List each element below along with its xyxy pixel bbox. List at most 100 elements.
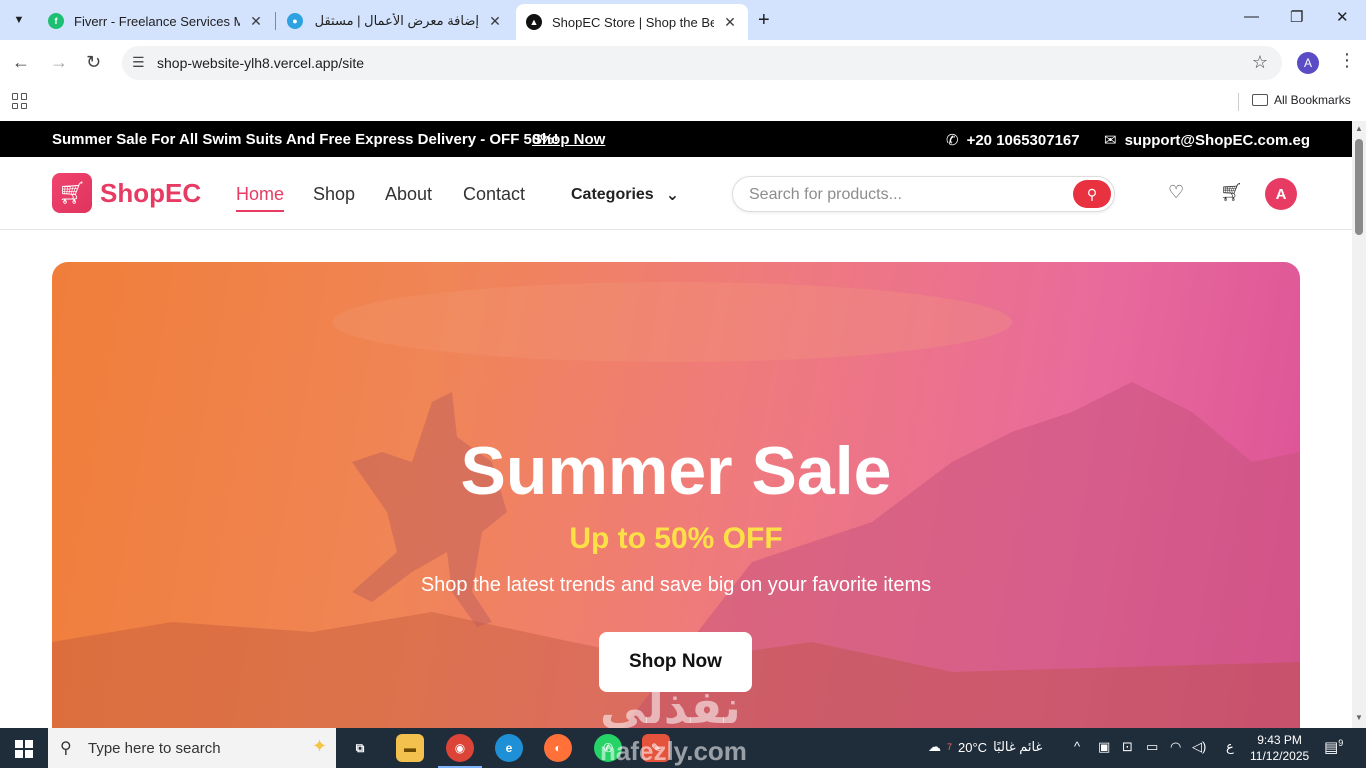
volume-icon[interactable]: ◁)	[1192, 739, 1206, 755]
nav-about[interactable]: About	[385, 184, 432, 205]
language-indicator[interactable]: ع	[1226, 739, 1234, 755]
restore-icon[interactable]: ❐	[1290, 8, 1303, 26]
tab-separator	[275, 12, 276, 30]
weather-widget[interactable]: ☁ 7 20°C غائم غالبًا	[928, 739, 1042, 755]
categories-label: Categories	[571, 186, 654, 203]
weather-temp: 20°C	[958, 739, 988, 755]
back-icon[interactable]: ←	[12, 52, 30, 73]
weather-badge: 7	[947, 742, 953, 752]
cart-logo-icon[interactable]: 🛒︎	[52, 173, 92, 213]
mail-icon: ✉	[1104, 132, 1117, 149]
phone-number: +20 1065307167	[966, 131, 1080, 149]
hero-title: Summer Sale	[460, 433, 892, 509]
profile-avatar[interactable]: A	[1297, 52, 1319, 74]
fiverr-favicon-icon: f	[48, 13, 64, 29]
mostaql-favicon-icon: ●	[287, 13, 303, 29]
hero-subtitle: Up to 50% OFF	[569, 522, 783, 555]
watermark-latin: nafezly.com	[600, 736, 747, 766]
tab-title: Fiverr - Freelance Services Mark	[74, 13, 240, 29]
firefox-icon[interactable]: ◐	[544, 734, 572, 762]
minimize-icon[interactable]: —	[1244, 8, 1259, 25]
meet-now-icon[interactable]: ▣	[1098, 739, 1110, 755]
heart-icon[interactable]: ♡	[1168, 182, 1184, 203]
cloud-sun-icon: ☁	[928, 739, 941, 754]
tab-fiverr[interactable]: f Fiverr - Freelance Services Mark ✕	[38, 6, 274, 36]
tab-shopec[interactable]: ▲ ShopEC Store | Shop the Best D ✕	[516, 4, 748, 40]
chevron-down-icon: ⌄	[665, 187, 680, 204]
site-info-icon[interactable]: ☰	[132, 54, 145, 71]
user-avatar[interactable]: A	[1265, 178, 1297, 210]
search-icon: ⚲	[60, 740, 72, 757]
categories-dropdown[interactable]: Categories ⌄	[571, 185, 679, 205]
tab-search-button[interactable]: ▼	[8, 9, 30, 31]
nav-home[interactable]: Home	[236, 184, 285, 212]
forward-icon[interactable]: →	[50, 52, 68, 73]
window-close-icon[interactable]: ✕	[1336, 8, 1349, 26]
task-view-icon[interactable]: ⧉	[346, 734, 374, 762]
brand-logo[interactable]: ShopEC	[100, 178, 201, 209]
hero-banner: Summer Sale Up to 50% OFF Shop the lates…	[52, 262, 1300, 728]
network-status-icon[interactable]: ⊡	[1122, 739, 1133, 755]
watermark-arabic: نفذلي	[600, 681, 741, 733]
announcement-bar: Summer Sale For All Swim Suits And Free …	[0, 121, 1352, 157]
clock-time: 9:43 PM	[1257, 733, 1302, 747]
reload-icon[interactable]: ↻	[86, 52, 101, 73]
battery-icon[interactable]: ▭	[1146, 739, 1158, 755]
sparkle-icon: ✦	[312, 736, 328, 756]
close-tab-icon[interactable]: ✕	[248, 13, 264, 30]
windows-start-icon[interactable]	[15, 740, 33, 758]
all-bookmarks-label: All Bookmarks	[1274, 93, 1351, 107]
address-bar[interactable]: ☰ shop-website-ylh8.vercel.app/site ☆	[122, 46, 1282, 80]
clock[interactable]: 9:43 PM 11/12/2025	[1250, 732, 1309, 764]
page-viewport: Summer Sale For All Swim Suits And Free …	[0, 121, 1352, 728]
hero-description: Shop the latest trends and save big on y…	[420, 574, 932, 596]
taskbar-search[interactable]: ⚲ Type here to search ✦	[48, 728, 336, 768]
taskbar-search-placeholder: Type here to search	[88, 740, 221, 757]
chrome-icon[interactable]: ◉	[438, 734, 482, 768]
nav-shop[interactable]: Shop	[313, 184, 355, 205]
scroll-thumb[interactable]	[1355, 139, 1363, 235]
apps-grid-icon[interactable]	[12, 93, 28, 109]
cart-icon[interactable]: 🛒︎	[1220, 182, 1243, 203]
windows-taskbar: ⚲ Type here to search ✦ ⧉ ▬ ◉ e ◐ ✆ ✎ na…	[0, 728, 1366, 768]
new-tab-button[interactable]: +	[758, 9, 770, 32]
contact-email[interactable]: ✉ support@ShopEC.com.eg	[1104, 131, 1311, 150]
vercel-favicon-icon: ▲	[526, 14, 542, 30]
site-header: 🛒︎ ShopEC Home Shop About Contact Catego…	[0, 157, 1352, 230]
browser-menu-icon[interactable]: ⋮	[1338, 50, 1356, 71]
search-button[interactable]: ⚲	[1073, 180, 1111, 208]
scroll-up-icon[interactable]: ▲	[1355, 124, 1363, 133]
bookmarks-bar: All Bookmarks	[0, 86, 1366, 116]
chevron-up-icon[interactable]: ^	[1074, 739, 1080, 754]
notification-count: 9	[1338, 738, 1344, 748]
browser-toolbar: ← → ↻ ☰ shop-website-ylh8.vercel.app/sit…	[0, 40, 1366, 86]
contact-phone[interactable]: ✆ +20 1065307167	[946, 131, 1080, 150]
notifications-icon[interactable]: ▤9	[1324, 738, 1343, 756]
tab-title: ShopEC Store | Shop the Best D	[552, 14, 714, 30]
promo-text: Summer Sale For All Swim Suits And Free …	[52, 131, 559, 148]
browser-tabstrip: ▼ f Fiverr - Freelance Services Mark ✕ ●…	[0, 0, 1366, 40]
url-text[interactable]: shop-website-ylh8.vercel.app/site	[157, 55, 364, 71]
phone-icon: ✆	[946, 132, 959, 149]
file-explorer-icon[interactable]: ▬	[396, 734, 424, 762]
email-address: support@ShopEC.com.eg	[1124, 131, 1311, 149]
wifi-icon[interactable]: ◠	[1170, 739, 1181, 755]
all-bookmarks-button[interactable]: All Bookmarks	[1252, 93, 1351, 107]
edge-icon[interactable]: e	[495, 734, 523, 762]
bookmark-star-icon[interactable]: ☆	[1252, 52, 1268, 73]
clock-date: 11/12/2025	[1250, 749, 1310, 763]
tab-mostaql[interactable]: ● إضافة معرض الأعمال | مستقل ✕	[277, 6, 513, 36]
tab-title: إضافة معرض الأعمال | مستقل	[314, 13, 479, 28]
weather-text: غائم غالبًا	[993, 739, 1043, 754]
search-icon: ⚲	[1086, 185, 1098, 202]
folder-icon	[1252, 94, 1268, 106]
nav-contact[interactable]: Contact	[463, 184, 525, 205]
search-input[interactable]	[749, 184, 1059, 206]
close-tab-icon[interactable]: ✕	[487, 13, 503, 30]
product-search: ⚲	[732, 176, 1115, 212]
page-scrollbar[interactable]: ▲ ▼	[1352, 121, 1366, 728]
bookmarks-separator	[1238, 93, 1239, 111]
scroll-down-icon[interactable]: ▼	[1355, 713, 1363, 722]
close-tab-icon[interactable]: ✕	[722, 14, 738, 31]
promo-shop-now-link[interactable]: Shop Now	[532, 131, 605, 148]
